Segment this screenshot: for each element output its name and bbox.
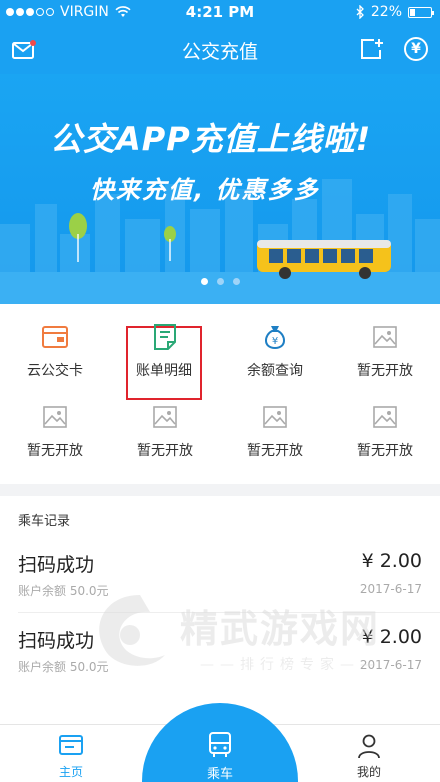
tab-label: 我的 (356, 765, 381, 779)
image-placeholder-icon (153, 406, 177, 428)
money-bag-icon: ¥ (265, 326, 285, 350)
records-header: 乘车记录 (18, 514, 71, 529)
grid-item-unavailable[interactable]: 暂无开放 (220, 384, 330, 464)
bus-illustration (257, 240, 391, 279)
yen-icon: ¥ (411, 41, 421, 57)
grid-item-label: 余额查询 (247, 363, 303, 379)
record-item[interactable]: 扫码成功 ¥ 2.00 账户余额 50.0元 2017-6-17 (0, 626, 440, 706)
tab-home[interactable]: 主页 (21, 725, 121, 782)
grid-item-balance-query[interactable]: ¥ 余额查询 (220, 304, 330, 384)
pager-dot[interactable] (216, 278, 224, 285)
status-bar: VIRGIN 4:21 PM 22% (0, 0, 440, 24)
promo-banner[interactable]: 公交APP充值上线啦! 快来充值, 优惠多多 (0, 74, 440, 304)
add-card-icon (361, 39, 383, 59)
svg-text:¥: ¥ (272, 336, 278, 347)
grid-item-cloud-bus-card[interactable]: 云公交卡 (0, 304, 110, 384)
image-placeholder-icon (373, 326, 397, 348)
tab-mine[interactable]: 我的 (319, 725, 419, 782)
image-placeholder-icon (43, 406, 67, 428)
banner-subline: 快来充值, 优惠多多 (90, 176, 320, 204)
battery-percent: 22% (370, 4, 402, 20)
banner-headline: 公交APP充值上线啦! (50, 120, 372, 158)
bus-icon (209, 732, 231, 757)
tab-label: 乘车 (206, 767, 233, 782)
pager-dot[interactable] (200, 278, 208, 285)
record-balance: 账户余额 50.0元 (18, 660, 109, 674)
grid-item-label: 暂无开放 (357, 443, 413, 459)
function-grid: 云公交卡 账单明细 ¥ 余额查询 暂无开放 暂无开放 暂无开放 暂无开放 暂无开… (0, 304, 440, 484)
banner-pager[interactable] (0, 278, 440, 285)
nav-bar: 公交充值 ¥ (0, 24, 440, 74)
bill-icon (154, 324, 176, 350)
record-date: 2017-6-17 (359, 658, 422, 672)
record-date: 2017-6-17 (359, 582, 422, 596)
record-amount: ¥ 2.00 (361, 626, 422, 648)
wallet-icon (42, 326, 68, 348)
home-card-icon (59, 735, 83, 755)
ride-records: 乘车记录 扫码成功 ¥ 2.00 账户余额 50.0元 2017-6-17 扫码… (0, 496, 440, 724)
tab-bar: 主页 乘车 我的 (0, 703, 440, 782)
grid-item-label: 暂无开放 (247, 443, 303, 459)
grid-item-unavailable[interactable]: 暂无开放 (110, 384, 220, 464)
record-name: 扫码成功 (18, 554, 95, 576)
record-balance: 账户余额 50.0元 (18, 584, 109, 598)
bluetooth-icon (356, 5, 364, 19)
grid-item-unavailable[interactable]: 暂无开放 (0, 384, 110, 464)
record-name: 扫码成功 (18, 630, 95, 652)
grid-item-unavailable[interactable]: 暂无开放 (330, 384, 440, 464)
grid-item-label: 暂无开放 (357, 363, 413, 379)
user-icon (358, 734, 380, 759)
grid-item-unavailable[interactable]: 暂无开放 (330, 304, 440, 384)
grid-item-label: 账单明细 (136, 363, 192, 379)
battery-icon (408, 6, 434, 18)
record-item[interactable]: 扫码成功 ¥ 2.00 账户余额 50.0元 2017-6-17 (0, 550, 440, 630)
image-placeholder-icon (263, 406, 287, 428)
yen-button[interactable]: ¥ (404, 37, 428, 61)
grid-item-label: 云公交卡 (27, 363, 83, 379)
pager-dot[interactable] (232, 278, 240, 285)
grid-item-label: 暂无开放 (137, 443, 193, 459)
add-card-button[interactable] (360, 38, 384, 64)
divider (18, 612, 440, 613)
tab-label: 主页 (58, 765, 83, 779)
record-amount: ¥ 2.00 (361, 550, 422, 572)
grid-item-label: 暂无开放 (27, 443, 83, 459)
image-placeholder-icon (373, 406, 397, 428)
